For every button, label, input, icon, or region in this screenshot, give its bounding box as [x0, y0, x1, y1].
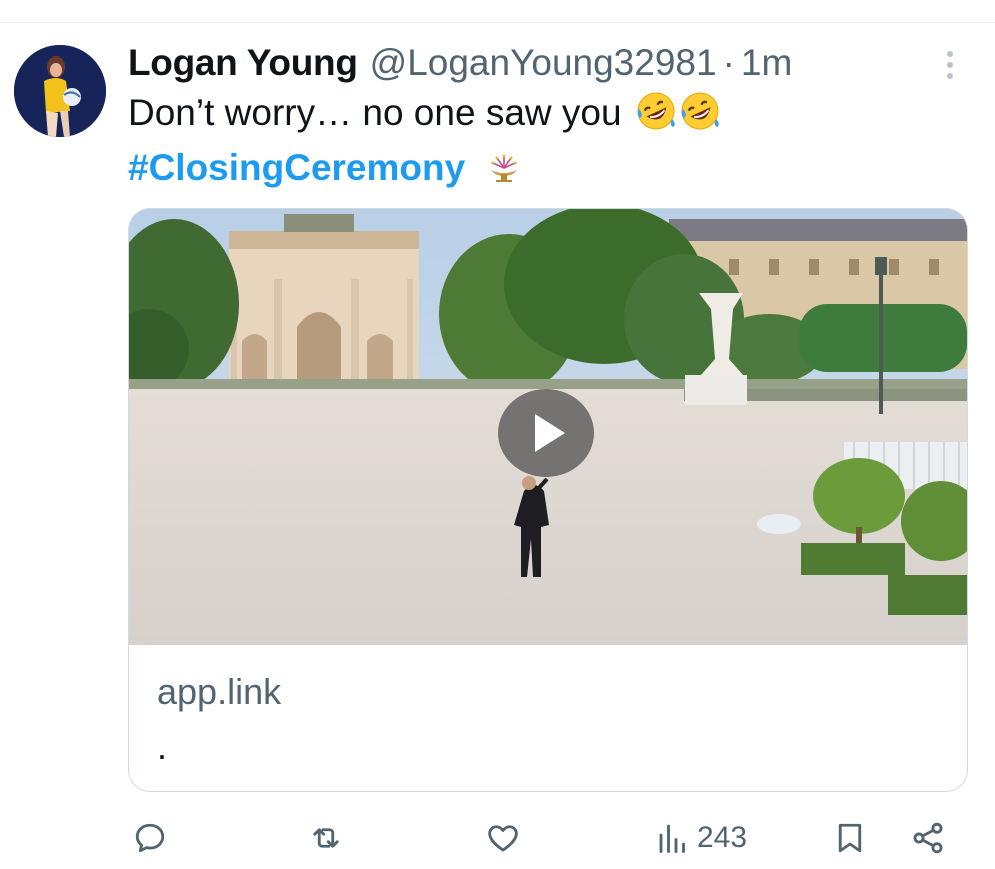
- author-display-name[interactable]: Logan Young: [128, 42, 358, 84]
- tweet-text-content: Don’t worry… no one saw you: [128, 92, 622, 133]
- views-button[interactable]: 243: [655, 810, 747, 866]
- reply-icon: [135, 823, 165, 853]
- header-separator: ·: [722, 42, 735, 83]
- author-handle[interactable]: @LoganYoung32981: [370, 42, 717, 84]
- rolling-on-floor-laughing-emoji-icon: [681, 92, 719, 130]
- bookmark-button[interactable]: [832, 810, 868, 866]
- like-button[interactable]: [485, 810, 521, 866]
- avatar[interactable]: [14, 45, 106, 137]
- top-divider: [0, 22, 995, 23]
- card-domain: app.link: [157, 671, 282, 712]
- hashtag-line: #ClosingCeremony: [128, 142, 523, 194]
- reply-button[interactable]: [132, 810, 168, 866]
- card-description: .: [157, 726, 168, 767]
- retweet-icon: [313, 828, 339, 848]
- link-card[interactable]: app.link .: [128, 208, 968, 792]
- action-bar: 243: [0, 810, 995, 866]
- play-button[interactable]: [498, 389, 594, 477]
- tweet-text: Don’t worry… no one saw you: [128, 88, 720, 138]
- tweet-header: Logan Young @LoganYoung32981 · 1m: [128, 38, 792, 88]
- video-thumbnail[interactable]: [129, 209, 967, 645]
- retweet-button[interactable]: [308, 810, 344, 866]
- hashtag-link[interactable]: #ClosingCeremony: [128, 147, 465, 188]
- heart-icon: [488, 825, 518, 852]
- views-count: 243: [697, 821, 748, 854]
- share-icon: [913, 822, 943, 854]
- rolling-on-floor-laughing-emoji-icon: [637, 92, 675, 130]
- play-icon: [535, 414, 565, 452]
- olympic-cauldron-icon: [491, 154, 518, 182]
- views-bar-chart-icon: [659, 824, 685, 853]
- bookmark-icon: [838, 823, 862, 853]
- share-button[interactable]: [910, 810, 946, 866]
- tweet-timestamp[interactable]: 1m: [741, 42, 792, 84]
- avatar-image: [14, 45, 106, 137]
- more-options-icon[interactable]: [936, 48, 964, 82]
